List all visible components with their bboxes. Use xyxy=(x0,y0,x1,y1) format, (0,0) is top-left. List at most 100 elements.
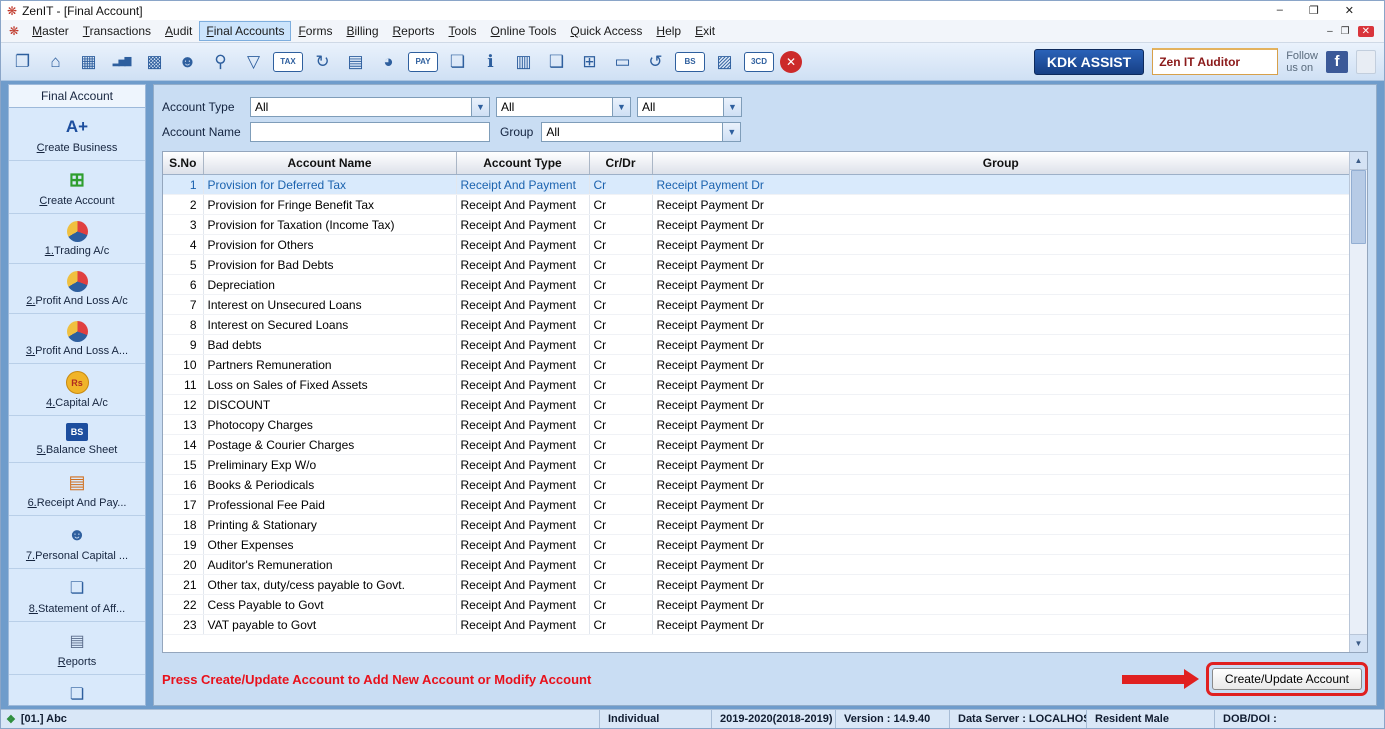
sidebar-item-reports[interactable]: ▤ Reports xyxy=(9,622,145,675)
column-header-account-type[interactable]: Account Type xyxy=(456,152,590,175)
table-row[interactable]: 2 Provision for Fringe Benefit Tax Receipt… xyxy=(163,194,1350,215)
info-icon[interactable]: ℹ xyxy=(477,48,504,75)
table-row[interactable]: 19 Other Expenses Receipt And Payment Cr Rec… xyxy=(163,534,1350,555)
menu-item-transactions[interactable]: Transactions xyxy=(76,21,158,41)
account-subtype-select[interactable]: All ▼ xyxy=(496,97,631,117)
sidebar-item-personal-capital[interactable]: ☻ 7.Personal Capital ... xyxy=(9,516,145,569)
minimize-button[interactable]: – xyxy=(1277,4,1283,17)
dropdown-arrow-icon[interactable]: ▼ xyxy=(722,123,741,141)
bs-badge-icon[interactable]: BS xyxy=(675,51,705,72)
column-header-cr-dr[interactable]: Cr/Dr xyxy=(589,152,653,175)
search-icon[interactable]: ⚲ xyxy=(207,48,234,75)
menu-item-final-accounts[interactable]: Final Accounts xyxy=(199,21,292,41)
menu-item-master[interactable]: Master xyxy=(25,21,76,41)
scroll-up-button[interactable]: ▲ xyxy=(1350,152,1367,170)
export-document-icon[interactable]: ❑ xyxy=(543,48,570,75)
table-row[interactable]: 4 Provision for Others Receipt And Payment… xyxy=(163,234,1350,255)
vertical-scrollbar[interactable]: ▲ ▼ xyxy=(1349,152,1367,652)
clients-group-icon[interactable]: ☻ xyxy=(174,48,201,75)
sidebar-item-extra[interactable]: ❏ xyxy=(9,675,145,705)
menu-item-online-tools[interactable]: Online Tools xyxy=(484,21,564,41)
menu-item-quick-access[interactable]: Quick Access xyxy=(563,21,649,41)
group-select[interactable]: All ▼ xyxy=(541,122,742,142)
menu-item-audit[interactable]: Audit xyxy=(158,21,199,41)
document-icon[interactable]: ❏ xyxy=(444,48,471,75)
home-icon[interactable]: ⌂ xyxy=(42,48,69,75)
filter-icon[interactable]: ▽ xyxy=(240,48,267,75)
table-row[interactable]: 18 Printing & Stationary Receipt And Payme… xyxy=(163,514,1350,535)
pie-chart-icon[interactable]: ◕ xyxy=(375,48,402,75)
table-row[interactable]: 11 Loss on Sales of Fixed Assets Receipt A… xyxy=(163,374,1350,395)
table-row[interactable]: 12 DISCOUNT Receipt And Payment Cr Receipt P… xyxy=(163,394,1350,415)
calendar-icon[interactable]: ⊞ xyxy=(576,48,603,75)
import-icon[interactable]: ↺ xyxy=(642,48,669,75)
maximize-button[interactable]: ❐ xyxy=(1309,4,1319,17)
dropdown-arrow-icon[interactable]: ▼ xyxy=(723,98,741,116)
table-row[interactable]: 22 Cess Payable to Govt Receipt And Paymen… xyxy=(163,594,1350,615)
tax-badge-icon[interactable]: TAX xyxy=(273,51,303,72)
scrollbar-thumb[interactable] xyxy=(1351,170,1366,244)
scroll-down-button[interactable]: ▼ xyxy=(1350,634,1367,652)
window-title: ZenIT - [Final Account] xyxy=(22,3,143,18)
mdi-restore-button[interactable]: ❐ xyxy=(1341,26,1350,37)
table-row[interactable]: 9 Bad debts Receipt And Payment Cr Receipt P… xyxy=(163,334,1350,355)
account-type-select[interactable]: All ▼ xyxy=(250,97,490,117)
column-header-account-name[interactable]: Account Name xyxy=(203,152,457,175)
table-row[interactable]: 10 Partners Remuneration Receipt And Payme… xyxy=(163,354,1350,375)
menu-item-forms[interactable]: Forms xyxy=(291,21,339,41)
table-row[interactable]: 15 Preliminary Exp W/o Receipt And Payment… xyxy=(163,454,1350,475)
bar-chart-icon[interactable]: ▂▅▇ xyxy=(108,48,135,75)
social-icon[interactable] xyxy=(1356,49,1376,74)
table-row[interactable]: 16 Books & Periodicals Receipt And Payment… xyxy=(163,474,1350,495)
menu-item-billing[interactable]: Billing xyxy=(339,21,385,41)
calculator-icon[interactable]: ▤ xyxy=(342,48,369,75)
table-row[interactable]: 14 Postage & Courier Charges Receipt And P… xyxy=(163,434,1350,455)
company-master-icon[interactable]: ▦ xyxy=(75,48,102,75)
computer-monitor-icon[interactable]: ▭ xyxy=(609,48,636,75)
abacus-icon[interactable]: ▥ xyxy=(510,48,537,75)
table-row[interactable]: 5 Provision for Bad Debts Receipt And Paym… xyxy=(163,254,1350,275)
column-header-s-no[interactable]: S.No xyxy=(163,152,204,175)
window-restore-icon[interactable]: ❐ xyxy=(9,48,36,75)
table-row[interactable]: 3 Provision for Taxation (Income Tax) Rece… xyxy=(163,214,1350,235)
table-row[interactable]: 6 Depreciation Receipt And Payment Cr Receip… xyxy=(163,274,1350,295)
table-row[interactable]: 13 Photocopy Charges Receipt And Payment Cr… xyxy=(163,414,1350,435)
column-header-group[interactable]: Group xyxy=(652,152,1350,175)
sidebar-item-create-account[interactable]: ⊞ Create Account xyxy=(9,161,145,214)
table-row[interactable]: 20 Auditor's Remuneration Receipt And Paym… xyxy=(163,554,1350,575)
sidebar-item-statement-of-affairs[interactable]: ❏ 8.Statement of Aff... xyxy=(9,569,145,622)
kdk-assist-button[interactable]: KDK ASSIST xyxy=(1033,48,1145,75)
sidebar-item-create-business[interactable]: A+ Create Business xyxy=(9,108,145,161)
menu-item-reports[interactable]: Reports xyxy=(386,21,442,41)
bank-icon[interactable]: ▨ xyxy=(711,48,738,75)
sidebar-item-trading-ac[interactable]: 1.Trading A/c xyxy=(9,214,145,264)
crdr-filter-select[interactable]: All ▼ xyxy=(637,97,742,117)
account-name-input[interactable] xyxy=(250,122,490,142)
close-red-icon[interactable]: ✕ xyxy=(780,50,802,73)
close-button[interactable]: ✕ xyxy=(1345,4,1354,17)
sidebar-item-receipt-and-pay[interactable]: ▤ 6.Receipt And Pay... xyxy=(9,463,145,516)
table-row[interactable]: 17 Professional Fee Paid Receipt And Payme… xyxy=(163,494,1350,515)
facebook-icon[interactable]: f xyxy=(1326,50,1348,73)
refresh-icon[interactable]: ↻ xyxy=(309,48,336,75)
mdi-minimize-button[interactable]: – xyxy=(1327,26,1333,37)
3cd-badge-icon[interactable]: 3CD xyxy=(744,51,774,72)
create-update-account-button[interactable]: Create/Update Account xyxy=(1211,668,1362,690)
menu-item-exit[interactable]: Exit xyxy=(688,21,722,41)
menu-item-tools[interactable]: Tools xyxy=(442,21,484,41)
sidebar-item-profit-and-loss-ac[interactable]: 2.Profit And Loss A/c xyxy=(9,264,145,314)
sidebar-item-capital-ac[interactable]: Rs 4.Capital A/c xyxy=(9,364,145,416)
table-row[interactable]: 8 Interest on Secured Loans Receipt And Pa… xyxy=(163,314,1350,335)
dropdown-arrow-icon[interactable]: ▼ xyxy=(471,98,489,116)
dropdown-arrow-icon[interactable]: ▼ xyxy=(612,98,630,116)
table-row[interactable]: 23 VAT payable to Govt Receipt And Payment… xyxy=(163,614,1350,635)
gift-icon[interactable]: ▩ xyxy=(141,48,168,75)
mdi-close-button[interactable]: ✕ xyxy=(1357,25,1374,37)
sidebar-item-balance-sheet[interactable]: BS 5.Balance Sheet xyxy=(9,416,145,463)
e-pay-icon[interactable]: PAY xyxy=(408,51,438,72)
menu-item-help[interactable]: Help xyxy=(649,21,688,41)
table-row[interactable]: 21 Other tax, duty/cess payable to Govt. R… xyxy=(163,574,1350,595)
table-row[interactable]: 1 Provision for Deferred Tax Receipt And P… xyxy=(163,174,1350,195)
sidebar-item-profit-and-loss-a2[interactable]: 3.Profit And Loss A... xyxy=(9,314,145,364)
table-row[interactable]: 7 Interest on Unsecured Loans Receipt And … xyxy=(163,294,1350,315)
